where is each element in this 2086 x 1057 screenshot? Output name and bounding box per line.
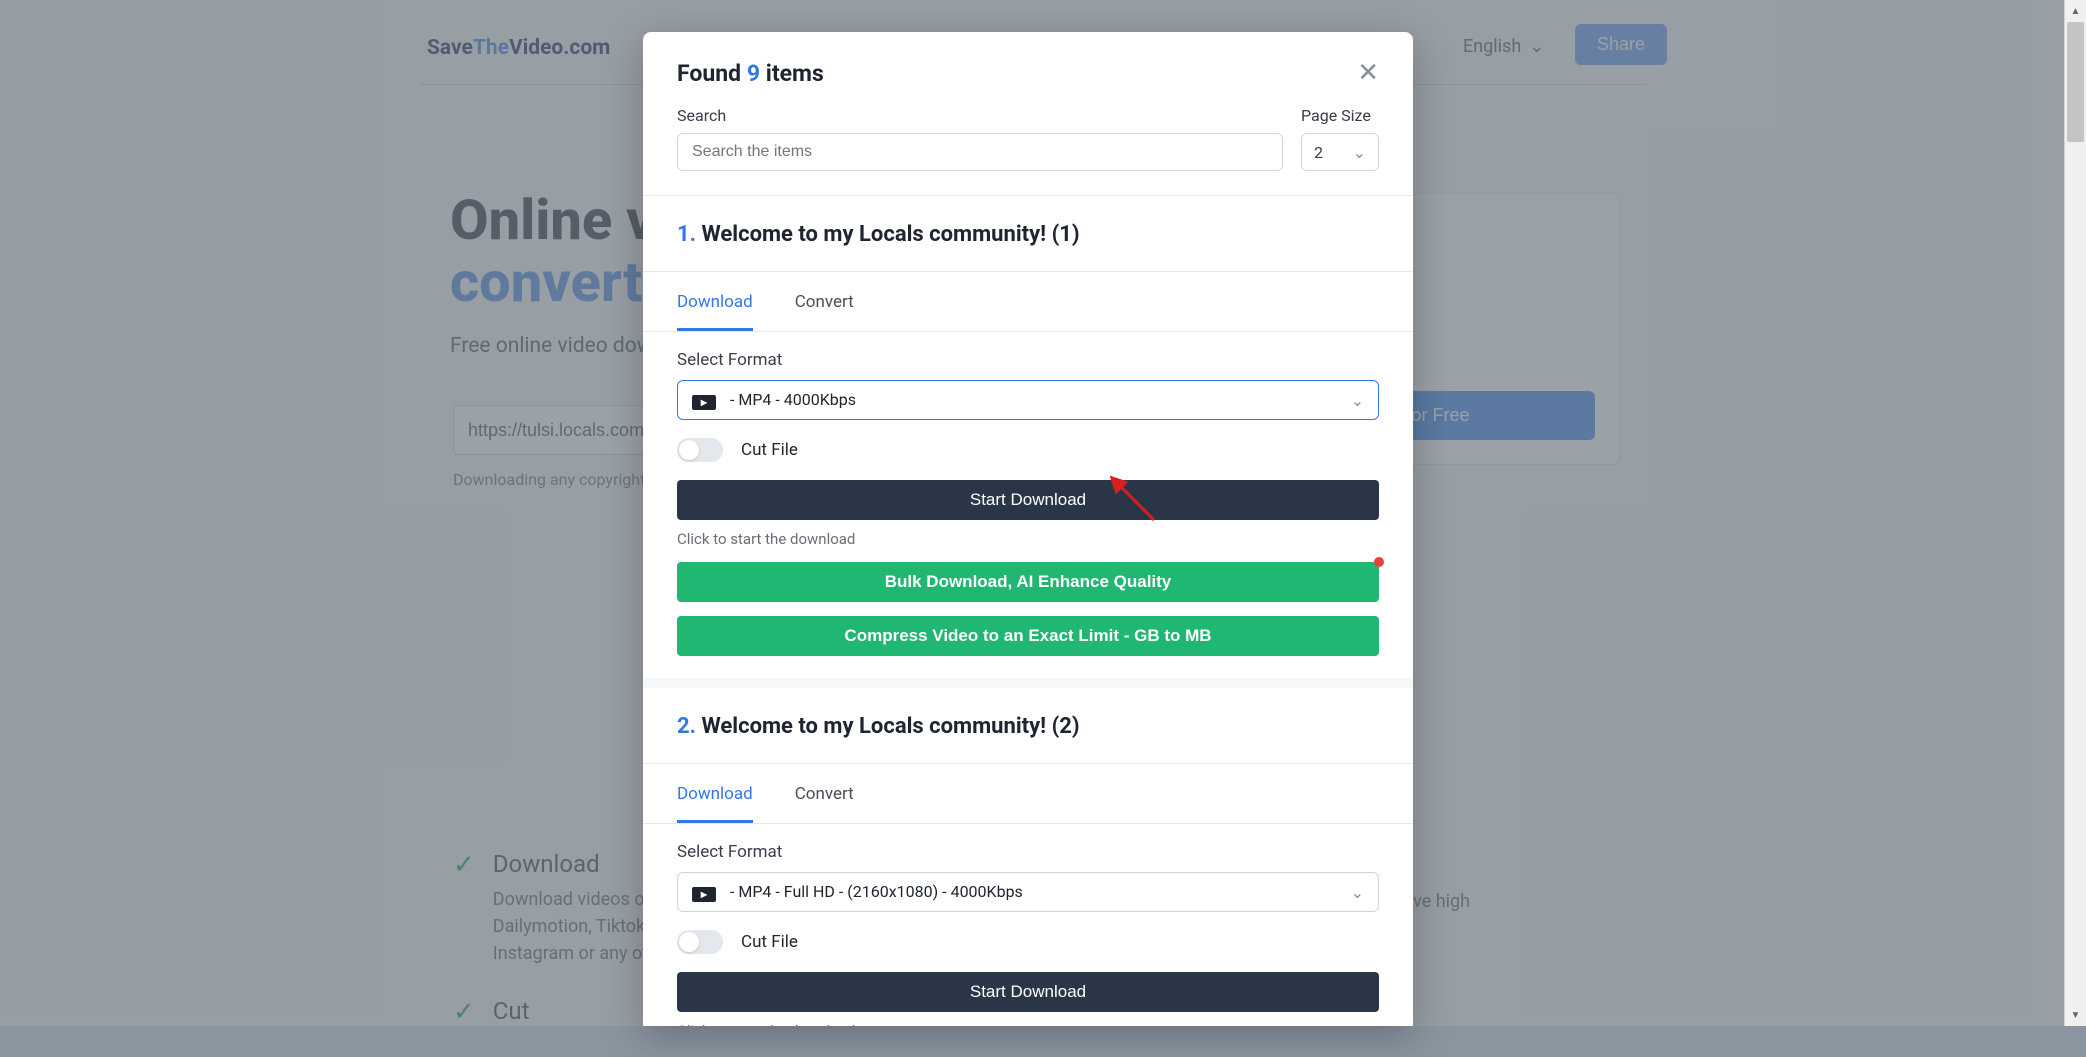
- modal-controls: Search Page Size 2 ⌄: [643, 106, 1413, 195]
- format-select[interactable]: ▶ - MP4 - 4000Kbps ⌄: [677, 380, 1379, 420]
- start-download-button[interactable]: Start Download: [677, 480, 1379, 520]
- format-label: Select Format: [677, 842, 1379, 862]
- list-item: 1. Welcome to my Locals community! (1) D…: [643, 196, 1413, 688]
- chevron-down-icon: ⌄: [1351, 391, 1364, 410]
- item-tabs: Download Convert: [643, 272, 1413, 332]
- bulk-download-button[interactable]: Bulk Download, AI Enhance Quality: [677, 562, 1379, 602]
- page-scrollbar[interactable]: ▲ ▼: [2064, 0, 2086, 1026]
- start-download-button[interactable]: Start Download: [677, 972, 1379, 1012]
- search-input[interactable]: [677, 133, 1283, 171]
- video-icon: ▶: [692, 395, 716, 410]
- pagesize-select[interactable]: 2 ⌄: [1301, 133, 1379, 171]
- download-hint: Click to start the download: [677, 1022, 1379, 1026]
- item-tabs: Download Convert: [643, 764, 1413, 824]
- notification-dot-icon: [1374, 557, 1384, 567]
- download-hint: Click to start the download: [677, 530, 1379, 548]
- video-icon: ▶: [692, 887, 716, 902]
- cut-file-toggle[interactable]: [677, 930, 723, 954]
- scroll-up-icon[interactable]: ▲: [2065, 0, 2086, 22]
- item-title: 2. Welcome to my Locals community! (2): [643, 688, 1413, 764]
- items-list[interactable]: 1. Welcome to my Locals community! (1) D…: [643, 195, 1413, 1026]
- list-item: 2. Welcome to my Locals community! (2) D…: [643, 688, 1413, 1026]
- tab-download[interactable]: Download: [677, 272, 753, 331]
- modal-header: Found 9 items ✕: [643, 32, 1413, 106]
- format-label: Select Format: [677, 350, 1379, 370]
- scroll-thumb[interactable]: [2067, 22, 2084, 142]
- cut-file-label: Cut File: [741, 440, 798, 460]
- search-label: Search: [677, 106, 1283, 125]
- scroll-down-icon[interactable]: ▼: [2065, 1004, 2086, 1026]
- item-title: 1. Welcome to my Locals community! (1): [643, 196, 1413, 272]
- results-modal: Found 9 items ✕ Search Page Size 2 ⌄ 1. …: [643, 32, 1413, 1026]
- format-select[interactable]: ▶ - MP4 - Full HD - (2160x1080) - 4000Kb…: [677, 872, 1379, 912]
- tab-download[interactable]: Download: [677, 764, 753, 823]
- tab-convert[interactable]: Convert: [795, 764, 854, 823]
- chevron-down-icon: ⌄: [1353, 143, 1366, 162]
- close-icon[interactable]: ✕: [1357, 58, 1379, 88]
- tab-convert[interactable]: Convert: [795, 272, 854, 331]
- cut-file-label: Cut File: [741, 932, 798, 952]
- modal-title: Found 9 items: [677, 60, 824, 87]
- cut-file-toggle[interactable]: [677, 438, 723, 462]
- compress-video-button[interactable]: Compress Video to an Exact Limit - GB to…: [677, 616, 1379, 656]
- chevron-down-icon: ⌄: [1351, 883, 1364, 902]
- pagesize-label: Page Size: [1301, 106, 1379, 125]
